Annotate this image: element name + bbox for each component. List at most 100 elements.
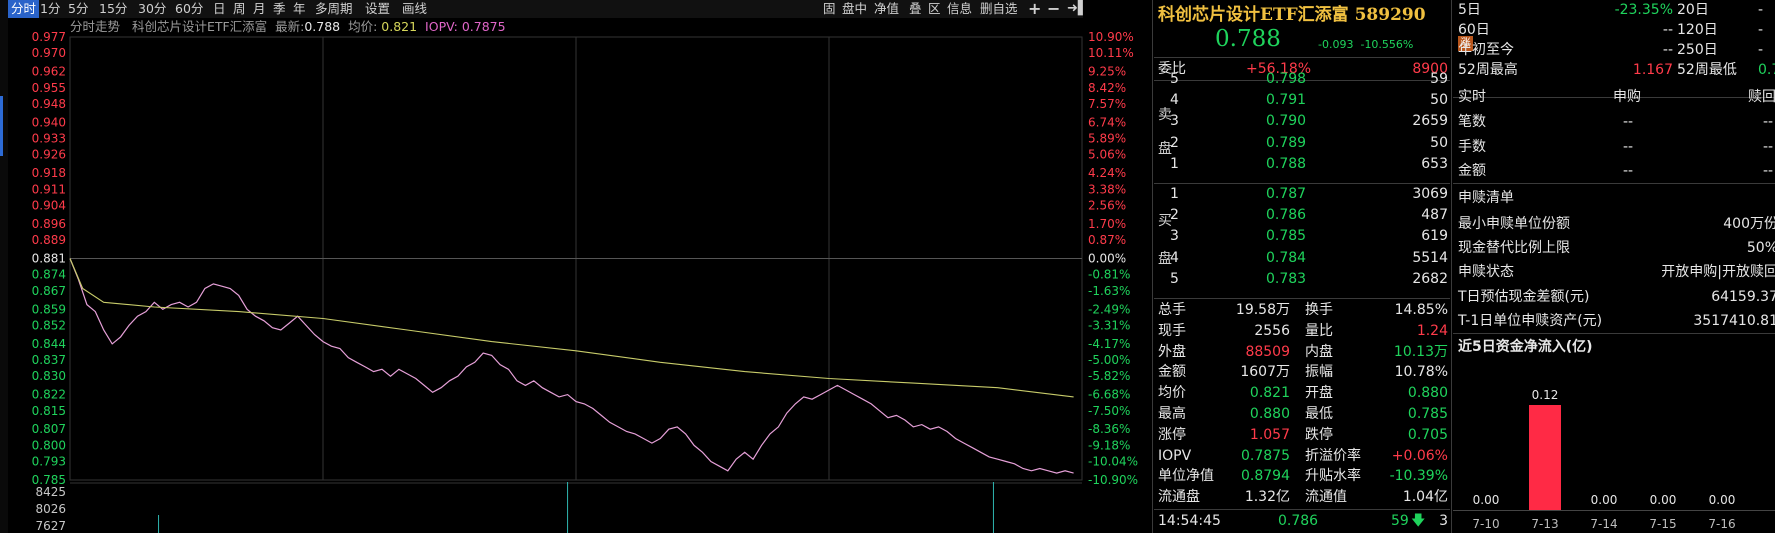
redeem-list-row: 现金替代比例上限 50% (1458, 236, 1775, 260)
current-price: 0.788 (1215, 26, 1281, 52)
y-pct-tick-label: 0.00% (1088, 252, 1126, 266)
y-pct-tick-label: 0.87% (1088, 233, 1126, 247)
flow-bar-label: 0.00 (1650, 493, 1677, 507)
y-tick-label: 0.926 (32, 148, 66, 162)
bid-price: 0.785 (1266, 228, 1307, 245)
ask-row[interactable]: 4 0.791 50 (1158, 90, 1448, 111)
bid-row[interactable]: 1 0.787 3069 (1158, 184, 1448, 205)
y-tick-label: 0.807 (32, 422, 66, 436)
fund-flow-chart: 0.00 7-10 0.12 7-13 0.00 7-14 0.00 7-15 0.00 7-16 (1453, 388, 1775, 531)
y-pct-tick-label: 5.89% (1088, 132, 1126, 146)
stat-value: 1.32亿 (1244, 489, 1290, 506)
volume-section: 8425 8026 7627 (35, 482, 1082, 533)
ask-volume: 50 (1430, 92, 1448, 109)
y-pct-tick-label: -0.81% (1088, 268, 1130, 282)
volume-tick-label: 7627 (35, 519, 66, 533)
flow-category-label: 7-13 (1531, 517, 1558, 531)
ask-row[interactable]: 5 0.798 59 (1158, 69, 1448, 90)
tick-price: 0.786 (1278, 513, 1319, 529)
ask-row[interactable]: 1 0.788 653 (1158, 154, 1448, 175)
redeem-list-title: 申赎清单 (1458, 190, 1514, 206)
redeem-list-row: 最小申赎单位份额 400万份 (1458, 212, 1775, 236)
bid-price: 0.784 (1266, 249, 1307, 266)
price-change: -0.093 -10.556% (1318, 38, 1413, 51)
sell-side-label-2: 盘 (1158, 141, 1172, 157)
stat-label: 总手 (1158, 302, 1186, 318)
perf-row: 年初至今 -- 250日 - (1458, 40, 1775, 60)
bid-row[interactable]: 4 0.784 5514 (1158, 248, 1448, 269)
stat-label: 均价 (1158, 385, 1186, 402)
flow-bar-label: 0.00 (1709, 493, 1736, 507)
stat-value: 1607万 (1240, 364, 1290, 381)
ask-row[interactable]: 3 0.790 2659 (1158, 111, 1448, 132)
stat-label: 升贴水率 (1305, 468, 1361, 485)
stat-value: 0.705 (1407, 426, 1448, 443)
perf-label: 5日 (1458, 2, 1481, 18)
y-tick-label: 0.940 (32, 115, 66, 129)
perf-row: 52周最高 1.16752周最低 0.785 (1458, 60, 1775, 80)
perf-value: -- (1662, 42, 1673, 58)
y-tick-label: 0.874 (32, 268, 66, 282)
ask-row[interactable]: 2 0.789 50 (1158, 133, 1448, 154)
y-pct-tick-label: -5.82% (1088, 369, 1130, 383)
y-pct-tick-label: 4.24% (1088, 166, 1126, 180)
stat-label: 最低 (1305, 406, 1333, 422)
y-pct-tick-label: 5.06% (1088, 148, 1126, 162)
y-pct-tick-label: 1.70% (1088, 217, 1126, 231)
y-pct-tick-label: 10.11% (1088, 46, 1134, 60)
y-tick-label: 0.881 (32, 252, 66, 266)
stat-row: 金额 1607万 振幅 10.78% (1158, 362, 1448, 383)
stat-row: 涨停 1.057 跌停 0.705 (1158, 425, 1448, 446)
ask-volume: 653 (1421, 155, 1448, 172)
bid-row[interactable]: 3 0.785 619 (1158, 226, 1448, 247)
perf-row: 5日 -23.35% 20日 - (1458, 0, 1775, 20)
redeem-buy-value: -- (1623, 114, 1634, 130)
tick-volume: 59 (1391, 513, 1409, 529)
chart-grid (69, 36, 1083, 481)
bid-level: 5 (1170, 270, 1179, 287)
stat-value: 0.880 (1407, 385, 1448, 402)
flow-bar (1529, 405, 1561, 510)
y-tick-label: 0.793 (32, 455, 66, 469)
redeem-sell-value: -- (1763, 163, 1774, 179)
y-pct-tick-label: -1.63% (1088, 284, 1130, 298)
perf-value: - (1758, 42, 1764, 58)
bid-row[interactable]: 2 0.786 487 (1158, 205, 1448, 226)
ask-price: 0.791 (1266, 92, 1307, 109)
stat-row: 外盘 88509 内盘 10.13万 (1158, 342, 1448, 363)
perf-label: 120日 (1677, 22, 1718, 38)
redeem-list-value: 50% (1746, 240, 1775, 257)
stat-row: 流通盘 1.32亿 流通值 1.04亿 (1158, 487, 1448, 508)
bid-price: 0.787 (1266, 186, 1307, 202)
stat-value: 1.04亿 (1402, 489, 1448, 506)
y-axis-left: 0.977 0.970 0.962 0.955 0.948 0.940 0.933 0.926… (32, 30, 66, 487)
perf-label: 年初至今 (1458, 42, 1514, 58)
redeem-list-label: T日预估现金差额(元) (1458, 288, 1590, 305)
y-tick-label: 0.911 (32, 182, 66, 196)
security-title: 科创芯片设计ETF汇添富 589290 (1158, 5, 1426, 25)
y-tick-label: 0.844 (32, 337, 66, 351)
average-price-line (69, 258, 1074, 398)
intraday-chart[interactable]: 0.977 0.970 0.962 0.955 0.948 0.940 0.933 0.926… (0, 0, 1150, 533)
ask-volume: 50 (1430, 134, 1448, 151)
stat-value: 0.7875 (1241, 447, 1290, 464)
flow-category-label: 7-15 (1649, 517, 1676, 531)
flow-category-label: 7-14 (1590, 517, 1617, 531)
stat-value: 10.78% (1394, 364, 1448, 381)
y-tick-label: 0.970 (32, 46, 66, 60)
price-line (69, 258, 1074, 474)
bid-row[interactable]: 5 0.783 2682 (1158, 269, 1448, 290)
last-tick-row: 14:54:45 0.786 59 🡇 3 (1158, 509, 1448, 533)
flow-bar-label: 0.12 (1532, 388, 1559, 402)
y-pct-tick-label: 8.42% (1088, 81, 1126, 95)
volume-tick-label: 8425 (35, 485, 66, 499)
stat-row: IOPV 0.7875 折溢价率 +0.06% (1158, 446, 1448, 467)
y-tick-label: 0.933 (32, 132, 66, 146)
flow-bar-label: 0.00 (1473, 493, 1500, 507)
tick-time: 14:54:45 (1158, 513, 1221, 529)
stat-value: 0.880 (1249, 406, 1290, 422)
stat-label: 开盘 (1305, 385, 1333, 402)
flow-bar-label: 0.00 (1591, 493, 1618, 507)
y-tick-label: 0.955 (32, 81, 66, 95)
redeem-list-value: 400万份 (1723, 216, 1775, 232)
